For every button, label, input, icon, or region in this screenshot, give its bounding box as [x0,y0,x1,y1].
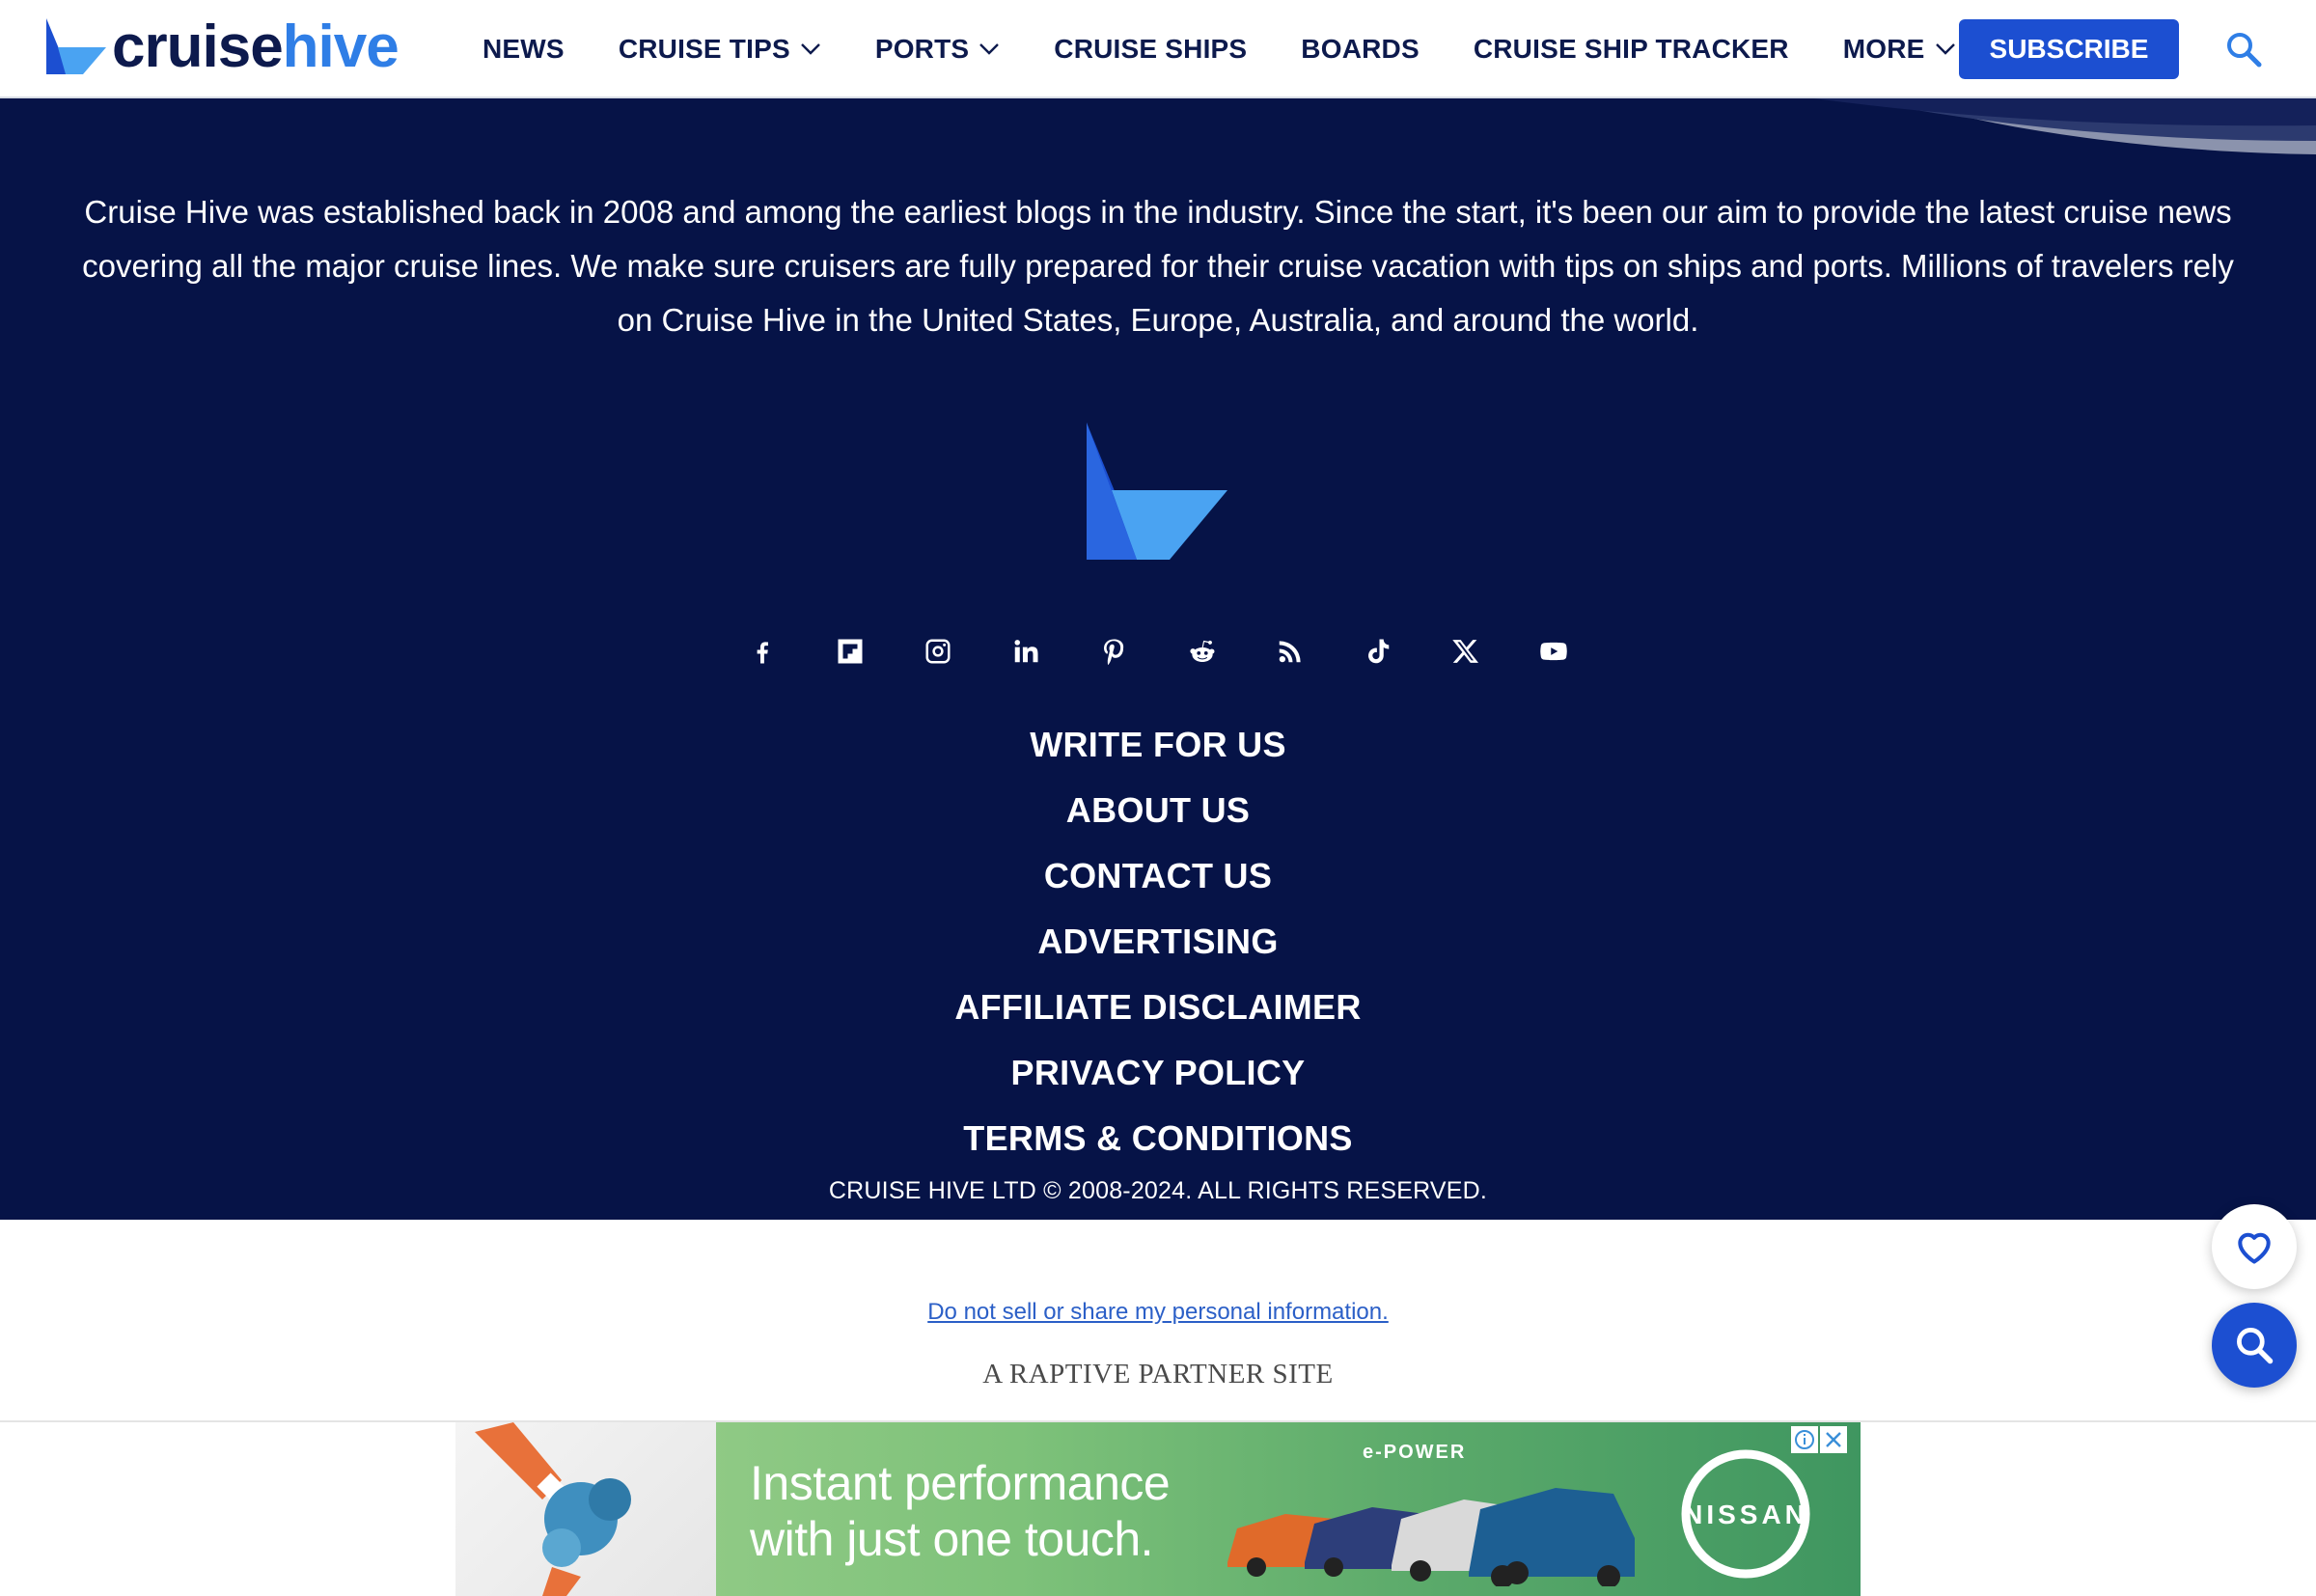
tiktok-link[interactable] [1349,622,1407,680]
site-header: cruisehive NEWS CRUISE TIPS PORTS CRUISE SH… [0,0,2316,98]
paint-pen-icon [475,1422,631,1596]
subscribe-button[interactable]: SUBSCRIBE [1959,19,2179,79]
reddit-link[interactable] [1173,622,1231,680]
ad-line-1: Instant performance [750,1456,1171,1510]
ad-banner[interactable]: Instant performance with just one touch.… [455,1422,1861,1596]
pinterest-icon [1104,639,1124,665]
linkedin-link[interactable] [997,622,1055,680]
nav-item-ports[interactable]: PORTS [875,34,1000,65]
ad-cars-image [1227,1488,1635,1586]
floating-search-button[interactable] [2212,1303,2297,1388]
rss-link[interactable] [1261,622,1319,680]
search-icon[interactable] [2225,31,2262,68]
ad-info-button[interactable] [1791,1426,1818,1453]
ad-brand: NISSAN [1683,1500,1808,1529]
instagram-link[interactable] [909,622,967,680]
nav-item-more[interactable]: MORE [1843,34,1956,65]
ad-close-button[interactable] [1820,1426,1847,1453]
footer-link-advertising[interactable]: ADVERTISING [1037,909,1278,975]
nav-item-boards[interactable]: BOARDS [1301,34,1420,65]
nav-item-label: CRUISE SHIPS [1054,34,1248,64]
ad-headline: Instant performance with just one touch. [750,1455,1171,1567]
do-not-sell-link[interactable]: Do not sell or share my personal informa… [927,1299,1389,1325]
footer-link-write-for-us[interactable]: WRITE FOR US [1030,712,1286,778]
pinterest-link[interactable] [1085,622,1143,680]
footer-link-privacy-policy[interactable]: PRIVACY POLICY [1011,1040,1306,1106]
nav-item-cruise-ship-tracker[interactable]: CRUISE SHIP TRACKER [1474,34,1789,65]
close-icon [1826,1432,1841,1447]
x-link[interactable] [1437,622,1495,680]
ad-epower-tag: e-POWER [1363,1442,1467,1463]
footer-link-terms-conditions[interactable]: TERMS & CONDITIONS [963,1106,1352,1171]
nav-item-label: NEWS [482,34,565,64]
youtube-link[interactable] [1525,622,1583,680]
logo-wordmark: cruisehive [112,14,400,80]
privacy-opt-out: Do not sell or share my personal informa… [0,1299,2316,1326]
favorites-button[interactable] [2212,1204,2297,1289]
rss-icon [1279,641,1301,663]
chevron-down-icon [1935,43,1955,55]
about-text: Cruise Hive was established back in 2008… [82,194,2234,338]
footer-links: WRITE FOR US ABOUT US CONTACT US ADVERTISIN… [0,712,2316,1171]
ad-line-2: with just one touch. [750,1512,1154,1566]
logo-mark-icon [46,18,106,74]
nav-item-cruise-tips[interactable]: CRUISE TIPS [619,34,821,65]
ad-paint-image [455,1422,716,1596]
nav-item-label: MORE [1842,34,1925,64]
nav-item-label: BOARDS [1301,34,1420,64]
facebook-icon [757,642,768,664]
tiktok-icon [1367,639,1390,664]
youtube-icon [1540,642,1567,661]
site-footer: Cruise Hive was established back in 2008… [0,98,2316,1220]
instagram-icon [925,639,951,664]
chevron-down-icon [979,43,1000,55]
nav-item-label: PORTS [874,34,970,64]
footer-link-contact-us[interactable]: CONTACT US [1044,843,1272,909]
decorative-swoosh [1814,98,2316,154]
site-logo[interactable]: cruisehive [44,14,400,81]
search-icon [2237,1328,2274,1364]
nav-item-label: CRUISE TIPS [618,34,790,64]
nav-item-label: CRUISE SHIP TRACKER [1473,34,1789,64]
nav-item-news[interactable]: NEWS [482,34,565,65]
footer-logo-icon[interactable] [1085,423,1229,562]
reddit-icon [1189,640,1215,662]
info-icon [1795,1430,1814,1449]
partner-text: A RAPTIVE PARTNER SITE [982,1359,1334,1390]
main-nav: NEWS CRUISE TIPS PORTS CRUISE SHIPS BOARDS CR… [482,0,2010,98]
x-icon [1452,640,1478,663]
facebook-link[interactable] [733,622,791,680]
footer-link-affiliate-disclaimer[interactable]: AFFILIATE DISCLAIMER [954,975,1361,1040]
linkedin-icon [1014,640,1038,663]
ad-controls [1791,1426,1847,1453]
flipboard-link[interactable] [821,622,879,680]
heart-icon [2238,1232,2271,1264]
copyright-text: CRUISE HIVE LTD © 2008-2024. ALL RIGHTS … [828,1177,1488,1204]
social-links [733,622,1583,680]
nav-item-cruise-ships[interactable]: CRUISE SHIPS [1054,34,1247,65]
footer-link-about-us[interactable]: ABOUT US [1066,778,1250,843]
flipboard-icon [838,639,863,664]
chevron-down-icon [800,43,820,55]
